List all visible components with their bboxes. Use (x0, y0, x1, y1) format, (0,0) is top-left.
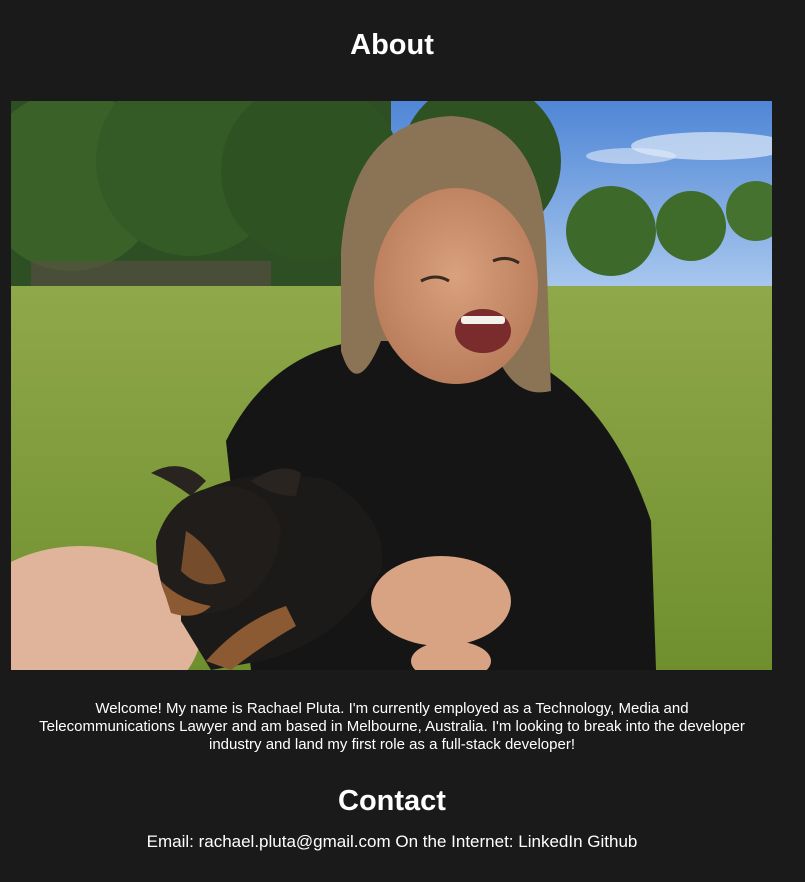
email-label: Email: (146, 832, 194, 851)
profile-photo (11, 101, 772, 670)
contact-heading: Contact (338, 785, 446, 817)
about-heading: About (350, 29, 434, 61)
page: About Welcome! My name is Rachael Pluta.… (0, 0, 805, 882)
bio-text: Welcome! My name is Rachael Pluta. I'm c… (39, 700, 745, 753)
contact-info: Email: rachael.pluta@gmail.com On the In… (0, 832, 784, 852)
internet-label: On the Internet: (395, 832, 514, 851)
email-link[interactable]: rachael.pluta@gmail.com (199, 832, 391, 851)
github-link[interactable]: Github (587, 832, 637, 851)
linkedin-link[interactable]: LinkedIn (518, 832, 582, 851)
